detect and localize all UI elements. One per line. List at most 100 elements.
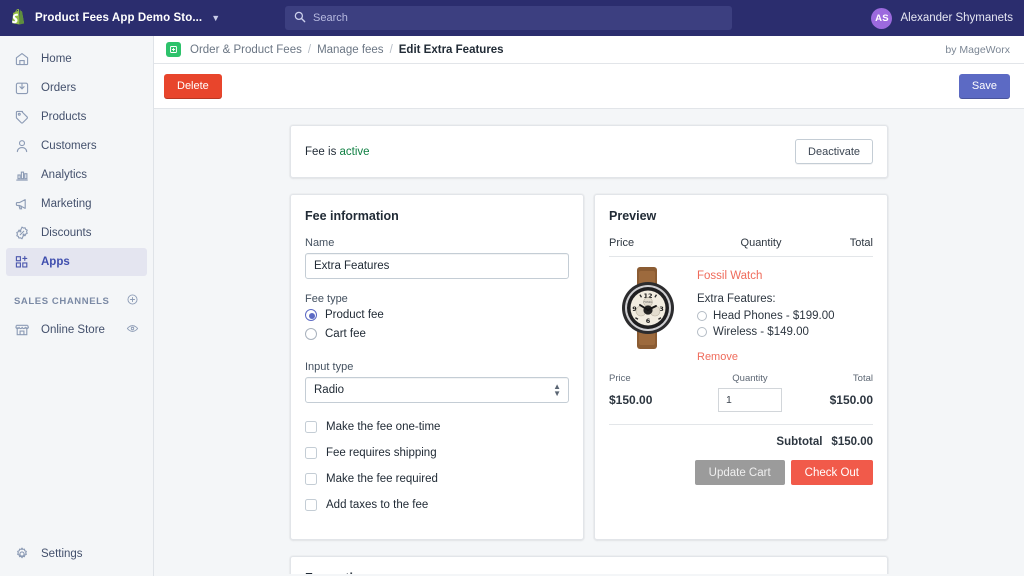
sidebar-item-orders[interactable]: Orders [6,74,147,102]
sidebar-item-apps[interactable]: Apps [6,248,147,276]
app-byline: by MageWorx [945,44,1010,56]
gear-icon [14,546,30,562]
sidebar-item-label: Online Store [41,324,105,336]
row-quantity-cell [699,388,801,412]
divider [609,424,873,425]
page-scroll-region: Fee is active Deactivate Fee information… [154,109,1024,574]
subtotal-label: Subtotal [776,436,822,448]
radio-label: Cart fee [325,328,366,340]
preview-card: Preview Price Quantity Total [594,194,888,540]
search-placeholder: Search [313,12,348,24]
radio-cart-fee[interactable]: Cart fee [305,328,569,340]
radio-product-fee[interactable]: Product fee [305,309,569,321]
product-name-link[interactable]: Fossil Watch [697,270,834,282]
subtotal-row: Subtotal $150.00 [609,436,873,448]
status-badge: active [340,146,370,158]
quantity-input[interactable] [718,388,782,412]
option-label: Head Phones - $199.00 [713,310,834,322]
fee-information-card: Fee information Name Fee type Product fe… [290,194,584,540]
deactivate-button[interactable]: Deactivate [795,139,873,164]
header-total: Total [803,237,873,249]
header-total: Total [801,373,873,384]
input-type-select[interactable] [305,377,569,403]
person-icon [14,138,30,154]
orders-icon [14,80,30,96]
app-badge-icon [166,42,181,57]
checkbox-fee-required[interactable]: Make the fee required [305,473,569,485]
sidebar-item-customers[interactable]: Customers [6,132,147,160]
search-input[interactable]: Search [285,6,732,30]
subtotal-value: $150.00 [831,436,873,448]
sidebar-item-home[interactable]: Home [6,45,147,73]
two-column-row: Fee information Name Fee type Product fe… [290,194,888,540]
eye-icon[interactable] [126,322,139,338]
user-menu[interactable]: AS Alexander Shymanets [871,0,1024,36]
sidebar-item-label: Marketing [41,198,92,210]
home-icon [14,51,30,67]
top-bar: Product Fees App Demo Sto... ▼ Search AS… [0,0,1024,36]
save-button[interactable]: Save [959,74,1010,99]
fee-type-label: Fee type [305,293,569,305]
preview-option-head-phones[interactable]: Head Phones - $199.00 [697,310,834,322]
search-icon [294,11,306,26]
sidebar-item-analytics[interactable]: Analytics [6,161,147,189]
name-label: Name [305,237,569,249]
preview-option-wireless[interactable]: Wireless - $149.00 [697,326,834,338]
apps-icon [14,254,30,270]
shopify-logo-icon [10,9,27,28]
wristwatch-image: 12 9 3 6 [609,267,687,349]
sidebar-item-products[interactable]: Products [6,103,147,131]
delete-button[interactable]: Delete [164,74,222,99]
card-title: Fee options [305,571,873,574]
check-out-button[interactable]: Check Out [791,460,873,485]
input-type-label: Input type [305,361,569,373]
input-type-select-wrap: ▲▼ [305,377,569,403]
radio-unselected-icon [697,311,707,321]
option-label: Wireless - $149.00 [713,326,809,338]
radio-unselected-icon [305,328,317,340]
name-input[interactable] [305,253,569,279]
radio-unselected-icon [697,327,707,337]
avatar: AS [871,8,892,29]
fee-status-prefix: Fee is [305,146,340,158]
user-name: Alexander Shymanets [900,12,1013,24]
sidebar-section-sales-channels: SALES CHANNELS [6,288,147,314]
radio-label: Product fee [325,309,384,321]
checkbox-icon [305,499,317,511]
tag-icon [14,109,30,125]
preview-row-header: Price Quantity Total [609,373,873,384]
sidebar-item-online-store[interactable]: Online Store [6,316,147,344]
remove-link[interactable]: Remove [697,351,834,363]
update-cart-button[interactable]: Update Cart [695,460,785,485]
sidebar-item-label: Orders [41,82,76,94]
checkbox-icon [305,447,317,459]
breadcrumb-separator: / [390,44,393,56]
plus-circle-icon[interactable] [126,293,139,309]
breadcrumb: Order & Product Fees / Manage fees / Edi… [154,36,1024,64]
sidebar-item-label: Apps [41,256,70,268]
svg-text:6: 6 [646,317,651,325]
sidebar: Home Orders Products Customers Analytics [0,36,154,576]
chevron-down-icon: ▼ [211,13,220,23]
sidebar-item-label: Settings [41,548,83,560]
checkbox-icon [305,421,317,433]
sidebar-item-discounts[interactable]: Discounts [6,219,147,247]
sidebar-item-marketing[interactable]: Marketing [6,190,147,218]
checkbox-label: Fee requires shipping [326,447,437,459]
checkbox-requires-shipping[interactable]: Fee requires shipping [305,447,569,459]
store-switcher[interactable]: Product Fees App Demo Sto... ▼ [0,0,285,36]
preview-product-row: 12 9 3 6 [609,257,873,363]
fee-status-card: Fee is active Deactivate [290,125,888,178]
sidebar-item-settings[interactable]: Settings [0,540,154,568]
breadcrumb-item-manage-fees[interactable]: Manage fees [317,44,384,56]
bar-chart-icon [14,167,30,183]
sidebar-item-label: Discounts [41,227,92,239]
fee-options-card: Fee options Title Price SKU Weight Sort … [290,556,888,574]
preview-table-header: Price Quantity Total [609,237,873,256]
action-bar: Delete Save [154,64,1024,109]
fee-status-text: Fee is active [305,146,370,158]
checkbox-one-time[interactable]: Make the fee one-time [305,421,569,433]
breadcrumb-item-app[interactable]: Order & Product Fees [190,44,302,56]
storefront-icon [14,322,30,338]
checkbox-add-taxes[interactable]: Add taxes to the fee [305,499,569,511]
